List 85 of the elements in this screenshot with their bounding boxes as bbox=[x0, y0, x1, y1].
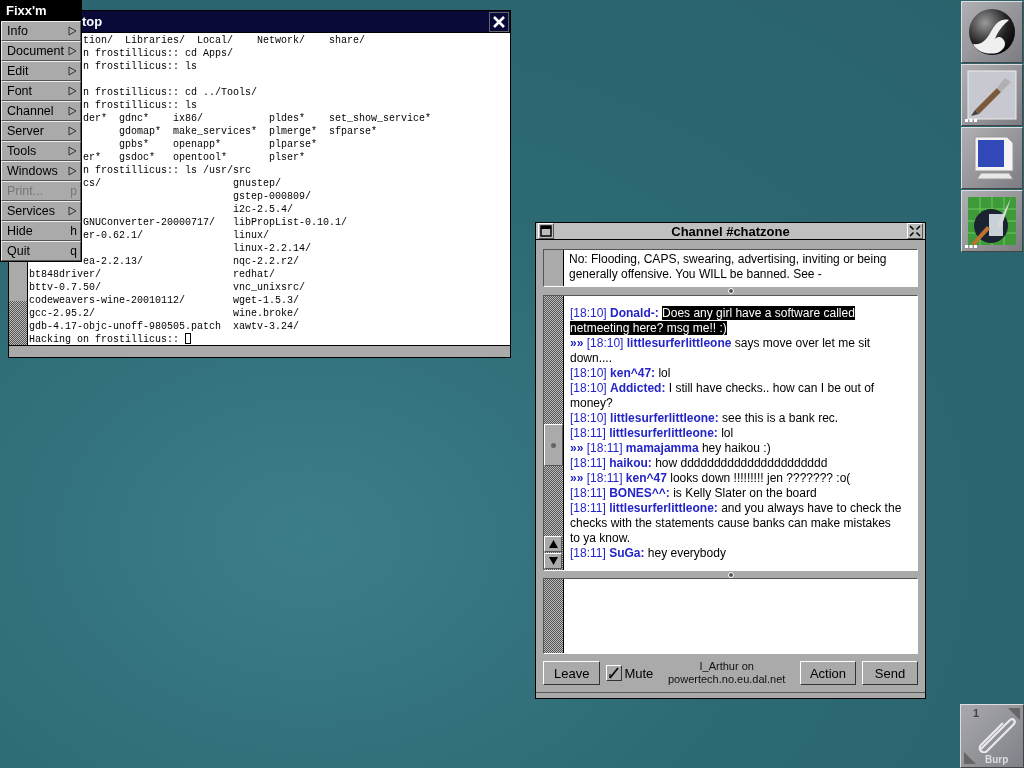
output-line: linux-2.2.14/ bbox=[232, 243, 312, 254]
output-line: n frostillicus:: cd Apps/ bbox=[83, 48, 234, 59]
send-button[interactable]: Send bbox=[862, 661, 918, 685]
dock-tile[interactable] bbox=[961, 190, 1023, 252]
output-line: n frostillicus:: ls bbox=[83, 61, 198, 72]
split-handle[interactable] bbox=[727, 288, 734, 294]
square-icon bbox=[540, 225, 552, 237]
mute-checkbox[interactable]: Mute bbox=[606, 665, 654, 681]
output-line: gpbs* openapp* plparse* bbox=[118, 139, 318, 150]
output-line: gcc-2.95.2/ wine.broke/ bbox=[29, 308, 300, 319]
chat-message: [18:10] Addicted: I still have checks.. how can I be out of money? bbox=[570, 381, 876, 411]
output-line: n frostillicus:: ls /usr/src bbox=[83, 165, 252, 176]
chat-message: [18:11] littlesurferlittleone: lol bbox=[570, 426, 735, 441]
output-line: GNUConverter-20000717/ libPropList-0.10.1/ bbox=[83, 217, 348, 228]
chat-message: »» [18:11] ken^47 looks down !!!!!!!!! jen ??????? :o( bbox=[570, 471, 852, 486]
chat-message: [18:11] littlesurferlittleone: and you always have to check the checks with the statements cause banks can make mistakes to ya know. bbox=[570, 501, 903, 546]
chat-message: »» [18:10] littlesurferlittleone says move over let me sit down.... bbox=[570, 336, 872, 366]
connection-status: powertech.no.eu.dal.net bbox=[667, 673, 786, 686]
output-line: codeweavers-wine-20010112/ wget-1.5.3/ bbox=[29, 295, 300, 306]
menu-item[interactable]: Services bbox=[1, 201, 81, 221]
menu-item[interactable]: Hide h bbox=[1, 221, 81, 241]
chat-message: [18:10] ken^47: lol bbox=[570, 366, 672, 381]
menu-item[interactable]: Info bbox=[1, 21, 81, 41]
output-line: cs/ gnustep/ bbox=[83, 178, 282, 189]
connection-status: I_Arthur on bbox=[699, 660, 754, 673]
checkmark-icon bbox=[607, 666, 622, 680]
menu-item[interactable]: Server bbox=[1, 121, 81, 141]
output-line: n frostillicus:: cd ../Tools/ bbox=[83, 87, 258, 98]
output-line: er-0.62.1/ linux/ bbox=[83, 230, 270, 241]
shortcut-key: q bbox=[70, 244, 77, 258]
close-icon bbox=[492, 14, 506, 29]
action-button[interactable]: Action bbox=[800, 661, 856, 685]
menu-item[interactable]: Font bbox=[1, 81, 81, 101]
sphere-logo-icon bbox=[967, 7, 1017, 57]
close-button[interactable] bbox=[489, 11, 509, 32]
output-line: tion/ Libraries/ Local/ Network/ share/ bbox=[83, 35, 366, 46]
miniaturize-button[interactable] bbox=[538, 223, 554, 239]
text-cursor bbox=[185, 333, 192, 344]
window-title: top bbox=[82, 14, 103, 29]
submenu-arrow-icon bbox=[68, 206, 77, 216]
scroll-thumb[interactable] bbox=[544, 424, 563, 466]
output-line: bt848driver/ redhat/ bbox=[29, 269, 276, 280]
clip-tile[interactable]: 1 Burp bbox=[960, 704, 1024, 768]
scroll-up-button[interactable] bbox=[544, 536, 562, 552]
workspace-name: Burp bbox=[985, 754, 1009, 765]
dock-tile[interactable] bbox=[961, 127, 1023, 189]
channel-topic: No: Flooding, CAPS, swearing, advertising, inviting or being generally offensive. You WILL be banned. See - bbox=[568, 251, 888, 283]
chat-message: »» [18:11] mamajamma hey haikou :) bbox=[570, 441, 772, 456]
output-line: gdomap* make_services* plmerge* sfparse* bbox=[118, 126, 378, 137]
scroll-down-button[interactable] bbox=[544, 553, 562, 569]
chat-message: [18:10] Donald-: Does any girl have a software called netmeeting here? msg me!! :) bbox=[570, 306, 856, 336]
chat-message: [18:11] SuGa: hey everybody bbox=[570, 546, 727, 561]
up-arrow-icon bbox=[547, 539, 559, 549]
chat-message: [18:11] BONES^^: is Kelly Slater on the board bbox=[570, 486, 818, 501]
output-line: gdb-4.17-objc-unoff-980505.patch xawtv-3.24/ bbox=[29, 321, 300, 332]
menu-item[interactable]: Windows bbox=[1, 161, 81, 181]
split-handle[interactable] bbox=[727, 571, 734, 578]
close-icon bbox=[909, 225, 921, 237]
output-line: ea-2.2.13/ nqc-2.2.r2/ bbox=[83, 256, 300, 267]
dock-tile[interactable] bbox=[961, 1, 1023, 63]
output-line: bttv-0.7.50/ vnc_unixsrc/ bbox=[29, 282, 306, 293]
sphere-brush-icon bbox=[967, 196, 1017, 246]
output-line: er* gsdoc* opentool* plser* bbox=[83, 152, 306, 163]
next-workspace-icon[interactable] bbox=[1007, 707, 1021, 721]
menu-item[interactable]: Channel bbox=[1, 101, 81, 121]
down-arrow-icon bbox=[547, 556, 559, 566]
output-line: i2c-2.5.4/ bbox=[232, 204, 294, 215]
prompt-line: Hacking on frostillicus:: bbox=[29, 334, 181, 345]
menu-item[interactable]: Edit bbox=[1, 61, 81, 81]
leave-button[interactable]: Leave bbox=[543, 661, 601, 685]
output-line: gstep-000809/ bbox=[232, 191, 312, 202]
output-line: n frostillicus:: ls bbox=[83, 100, 198, 111]
dock-tile[interactable] bbox=[961, 64, 1023, 126]
shortcut-key: h bbox=[70, 224, 77, 238]
menu-item[interactable]: Document bbox=[1, 41, 81, 61]
paintbrush-icon bbox=[967, 70, 1017, 120]
workspace-number: 1 bbox=[973, 707, 980, 719]
output-line: der* gdnc* ix86/ pldes* set_show_service* bbox=[83, 113, 432, 124]
menu-item[interactable]: Tools bbox=[1, 141, 81, 161]
menu-item[interactable]: Quit q bbox=[1, 241, 81, 261]
scrollbar[interactable] bbox=[544, 296, 564, 570]
scrollbar[interactable] bbox=[544, 250, 564, 286]
window-title: Channel #chatzone bbox=[671, 223, 790, 239]
chat-message: [18:10] littlesurferlittleone: see this is a bank rec. bbox=[570, 411, 840, 426]
chat-message: [18:11] haikou: how dddddddddddddddddddddd bbox=[570, 456, 829, 471]
